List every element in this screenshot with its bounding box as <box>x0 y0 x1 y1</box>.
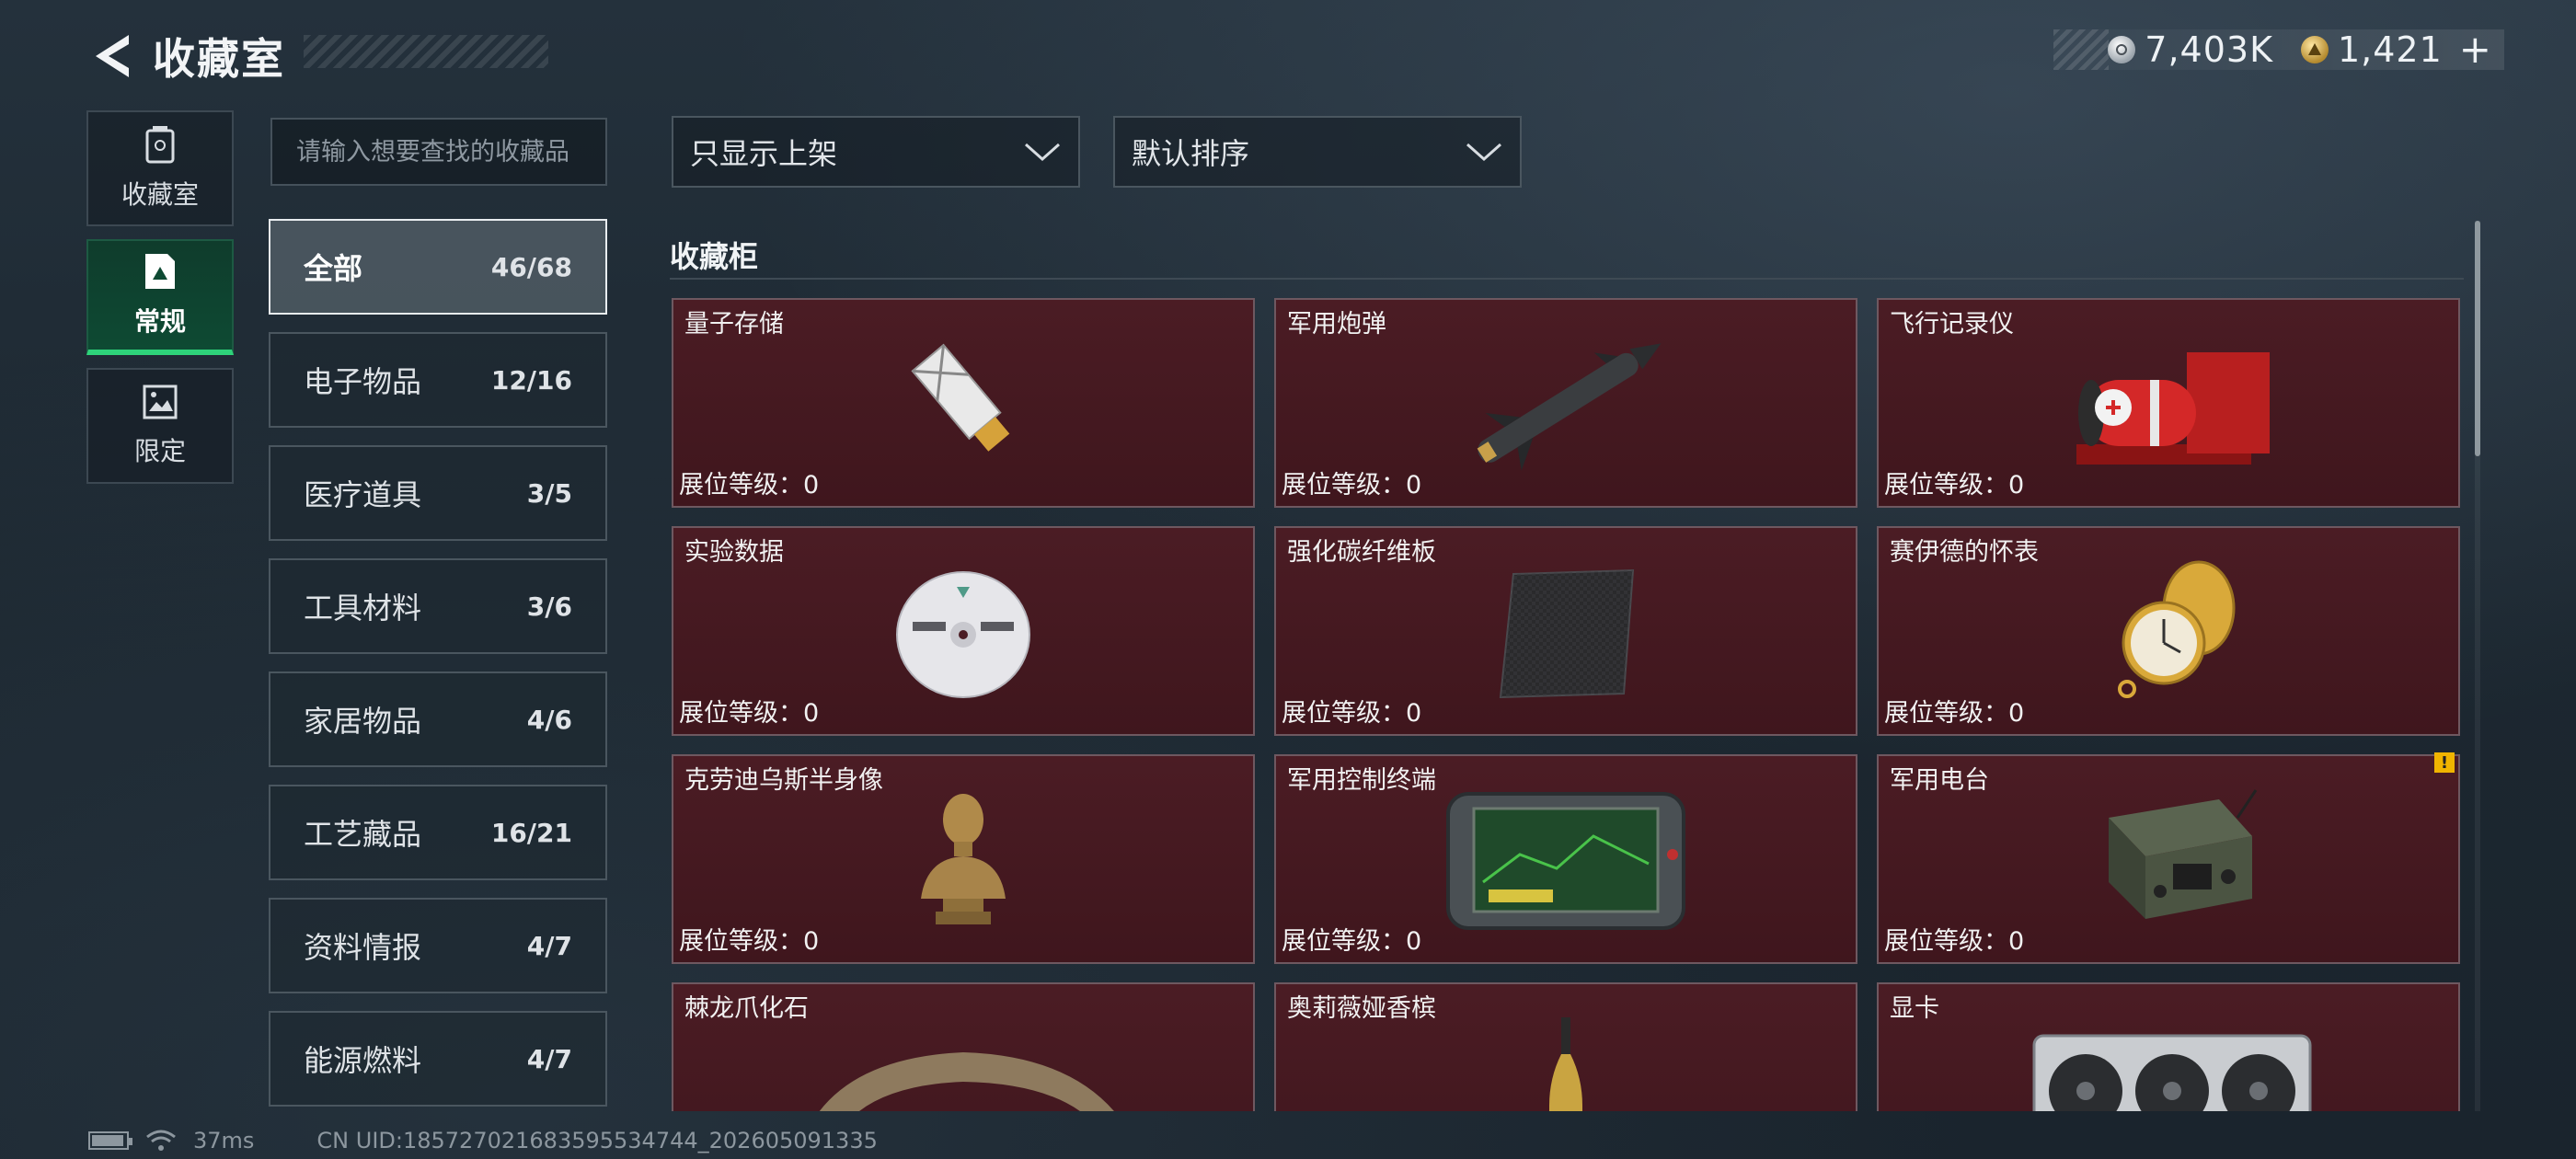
category-name: 工具材料 <box>304 591 422 625</box>
search-input[interactable] <box>270 118 607 186</box>
collection-card-control-terminal[interactable]: 军用控制终端 展位等级：0 <box>1274 754 1857 964</box>
category-name: 电子物品 <box>304 364 422 399</box>
chevron-down-icon <box>1466 143 1501 162</box>
collection-card-flight-recorder[interactable]: 飞行记录仪 展位等级：0 <box>1877 298 2460 508</box>
silver-currency-value: 7,403K <box>2145 29 2273 70</box>
collection-card-quantum-storage[interactable]: 量子存储 展位等级：0 <box>672 298 1255 508</box>
trash-can-icon <box>145 126 175 164</box>
collection-card-carbon-fiber-plate[interactable]: 强化碳纤维板 展位等级：0 <box>1274 526 1857 736</box>
nav-item-limited[interactable]: 限定 <box>86 368 234 484</box>
collection-card-experiment-data[interactable]: 实验数据 展位等级：0 <box>672 526 1255 736</box>
collection-card-military-shell[interactable]: 军用炮弹 展位等级：0 <box>1274 298 1857 508</box>
scrollbar-thumb[interactable] <box>2475 221 2480 456</box>
category-energy[interactable]: 能源燃料 4/7 <box>269 1011 607 1107</box>
add-currency-button[interactable]: + <box>2459 30 2491 69</box>
usb-drive-icon <box>911 343 1010 452</box>
warning-badge: ! <box>2434 752 2455 773</box>
dropdown-value: 只显示上架 <box>690 136 838 171</box>
pocket-watch-icon <box>2118 560 2236 698</box>
category-count: 4/6 <box>526 704 572 735</box>
collection-card-graphics-card[interactable]: 显卡 <box>1877 982 2460 1111</box>
divider <box>670 278 2464 280</box>
carbon-plate-icon <box>1499 568 1635 699</box>
display-level: 展位等级：0 <box>679 471 820 499</box>
category-all[interactable]: 全部 46/68 <box>269 219 607 315</box>
sort-order-dropdown[interactable]: 默认排序 <box>1113 116 1522 188</box>
category-count: 3/5 <box>526 477 572 509</box>
nav-label: 收藏室 <box>121 179 199 210</box>
category-name: 能源燃料 <box>304 1043 422 1078</box>
cabinet-title: 收藏柜 <box>670 239 759 274</box>
silver-coin-icon <box>2108 36 2136 63</box>
collection-card-champagne[interactable]: 奥莉薇娅香槟 <box>1274 982 1857 1111</box>
nav-item-regular[interactable]: 常规 <box>86 239 234 355</box>
category-list: 全部 46/68 电子物品 12/16 医疗道具 3/5 工具材料 3/6 家居… <box>269 219 607 1124</box>
missile-icon <box>1477 343 1662 471</box>
page-title: 收藏室 <box>153 34 285 84</box>
back-button[interactable] <box>85 29 136 84</box>
category-count: 16/21 <box>490 817 572 848</box>
category-name: 家居物品 <box>304 704 422 739</box>
back-arrow-icon <box>96 35 129 77</box>
display-level: 展位等级：0 <box>1282 699 1422 728</box>
category-count: 4/7 <box>526 1043 572 1074</box>
category-count: 3/6 <box>526 591 572 622</box>
user-uid: CN UID:185727021683595534744_20260509133… <box>316 1128 878 1153</box>
category-medical[interactable]: 医疗道具 3/5 <box>269 445 607 541</box>
document-icon <box>145 254 175 289</box>
category-electronics[interactable]: 电子物品 12/16 <box>269 332 607 428</box>
wifi-icon <box>146 1130 176 1151</box>
chevron-down-icon <box>1025 143 1060 162</box>
status-footer: 37ms CN UID:185727021683595534744_202605… <box>88 1128 878 1153</box>
display-level: 展位等级：0 <box>1282 927 1422 956</box>
bust-icon <box>921 794 1006 924</box>
radio-icon <box>2109 789 2258 919</box>
title-decoration <box>304 35 548 68</box>
nav-item-collection-room[interactable]: 收藏室 <box>86 110 234 226</box>
display-level: 展位等级：0 <box>679 699 820 728</box>
category-crafts[interactable]: 工艺藏品 16/21 <box>269 785 607 880</box>
collection-card-military-radio[interactable]: 军用电台 ! 展位等级：0 <box>1877 752 2460 964</box>
gold-currency-value: 1,421 <box>2338 29 2443 70</box>
category-name: 全部 <box>304 251 363 286</box>
category-intel[interactable]: 资料情报 4/7 <box>269 898 607 993</box>
display-level: 展位等级：0 <box>1884 699 2025 728</box>
disc-icon <box>896 571 1030 698</box>
nav-label: 限定 <box>133 436 186 466</box>
collection-card-bust[interactable]: 克劳迪乌斯半身像 展位等级：0 <box>672 754 1255 964</box>
display-level: 展位等级：0 <box>1884 471 2025 499</box>
champagne-icon <box>1549 1017 1582 1111</box>
picture-icon <box>143 384 178 419</box>
category-name: 工艺藏品 <box>304 817 422 852</box>
dropdown-value: 默认排序 <box>1132 136 1250 171</box>
category-name: 医疗道具 <box>304 477 422 512</box>
category-count: 4/7 <box>526 930 572 961</box>
display-level: 展位等级：0 <box>679 927 820 956</box>
display-level: 展位等级：0 <box>1282 471 1422 499</box>
battery-icon <box>88 1131 132 1150</box>
collection-grid: 量子存储 展位等级：0 军用炮弹 展位等级：0 飞行记录仪 展位等级：0 实验数… <box>672 298 2462 1111</box>
category-household[interactable]: 家居物品 4/6 <box>269 671 607 767</box>
currency-bar: 7,403K 1,421 + <box>2053 29 2504 70</box>
nav-label: 常规 <box>133 306 186 337</box>
control-terminal-icon <box>1446 792 1685 930</box>
category-count: 12/16 <box>490 364 572 396</box>
header: 收藏室 <box>85 26 285 86</box>
gold-coin-icon <box>2301 36 2329 63</box>
category-count: 46/68 <box>490 251 572 282</box>
left-nav: 收藏室 常规 限定 <box>86 110 234 497</box>
category-name: 资料情报 <box>304 930 422 965</box>
ping-value: 37ms <box>193 1128 255 1153</box>
claw-fossil-icon <box>819 1052 1114 1111</box>
category-tools[interactable]: 工具材料 3/6 <box>269 558 607 654</box>
display-level: 展位等级：0 <box>1884 927 2025 956</box>
flight-recorder-icon <box>2076 352 2270 465</box>
collection-card-claw-fossil[interactable]: 棘龙爪化石 <box>672 982 1255 1111</box>
display-filter-dropdown[interactable]: 只显示上架 <box>672 116 1080 188</box>
graphics-card-icon <box>2032 1034 2312 1111</box>
collection-card-pocket-watch[interactable]: 赛伊德的怀表 展位等级：0 <box>1877 526 2460 736</box>
